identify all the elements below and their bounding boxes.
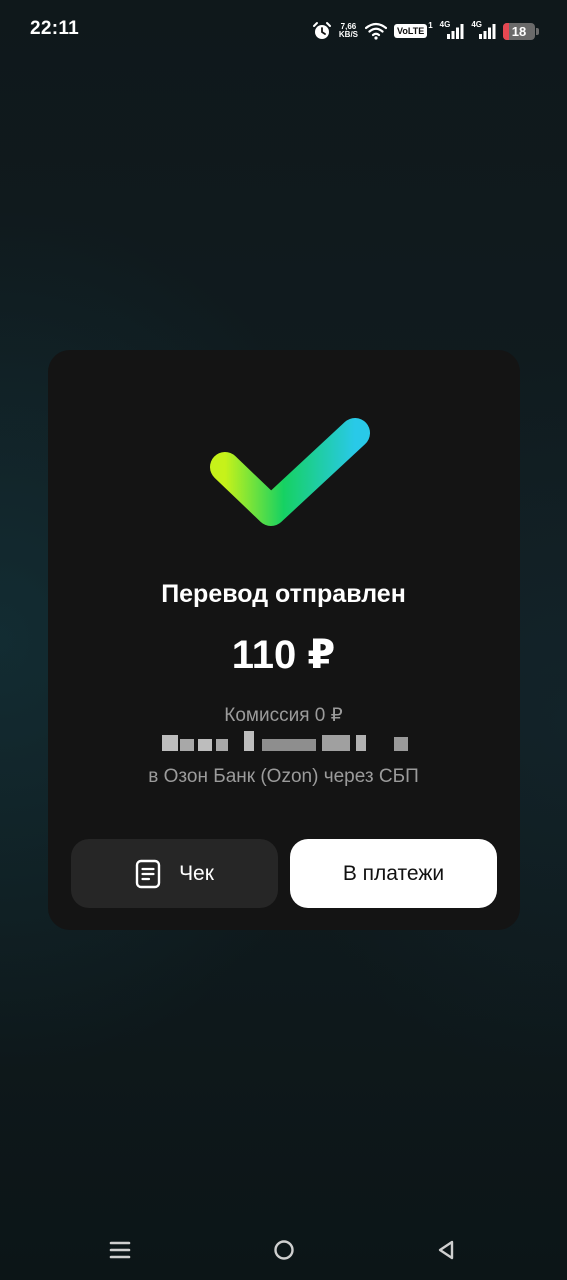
receipt-button[interactable]: Чек [71, 839, 278, 908]
to-payments-button[interactable]: В платежи [290, 839, 497, 908]
net-speed-unit: KB/S [338, 30, 359, 39]
volte-label: VoLTE [394, 24, 428, 38]
document-icon [135, 859, 161, 888]
bank-line: в Озон Банк (Ozon) через СБП [148, 766, 419, 787]
battery-icon: 18 [503, 22, 539, 40]
network-type-1: 4G [439, 19, 451, 29]
system-nav-bar [0, 1220, 567, 1280]
to-payments-button-label: В платежи [342, 861, 445, 885]
check-icon [210, 418, 370, 526]
net-speed: 7,66 KB/S [339, 23, 358, 39]
volte-sim: 1 [428, 20, 433, 30]
status-bar: 22:11 7,66 KB/S VoLTE 1 4G 4G 18 [0, 0, 567, 62]
status-icons: 7,66 KB/S VoLTE 1 4G 4G 18 [312, 18, 539, 44]
transfer-title: Перевод отправлен [161, 580, 406, 608]
back-triangle-icon[interactable] [426, 1230, 466, 1270]
transfer-fee: Комиссия 0 ₽ [224, 705, 343, 726]
home-circle-icon[interactable] [264, 1230, 304, 1270]
battery-fill [503, 22, 509, 40]
wifi-icon [365, 22, 388, 40]
menu-icon[interactable] [100, 1230, 140, 1270]
volte-badge: VoLTE 1 [394, 20, 433, 38]
battery-level: 18 [511, 23, 527, 39]
network-type-2: 4G [471, 19, 482, 29]
battery: 18 [503, 22, 535, 40]
transfer-amount: 110 ₽ [231, 633, 336, 677]
battery-cap [536, 27, 539, 35]
signal-2: 4G [471, 19, 496, 39]
alarm-icon [312, 21, 332, 41]
receipt-button-label: Чек [179, 861, 214, 885]
signal-1: 4G [439, 19, 465, 39]
status-time: 22:11 [30, 18, 80, 39]
